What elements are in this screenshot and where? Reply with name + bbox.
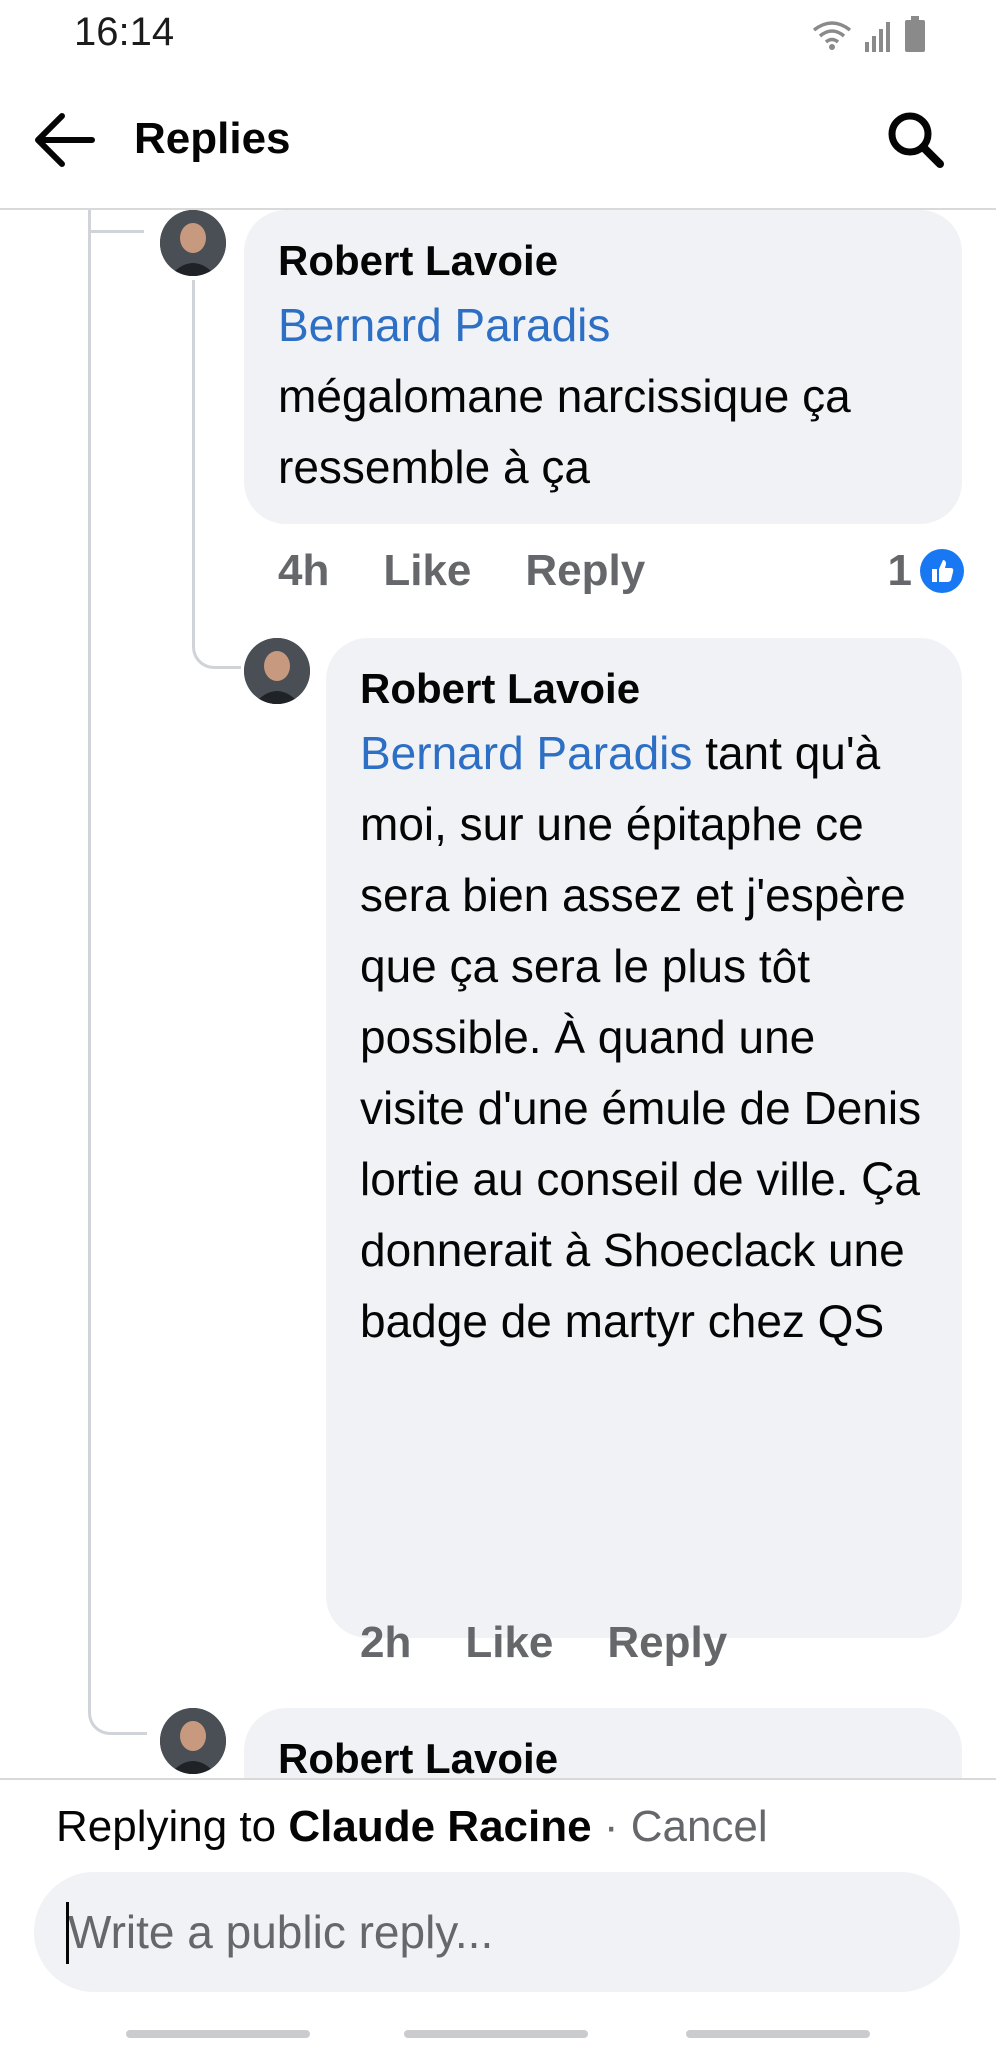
status-time: 16:14 <box>74 10 175 54</box>
comment-author[interactable]: Robert Lavoie <box>360 660 928 718</box>
comment-actions: 2h Like Reply <box>360 1618 727 1668</box>
battery-icon <box>905 16 925 52</box>
search-icon <box>888 112 944 168</box>
mention-link[interactable]: Bernard Paradis <box>278 299 610 351</box>
app-header: Replies <box>0 70 996 210</box>
cancel-reply-button[interactable]: Cancel <box>631 1802 768 1851</box>
separator-dot: · <box>603 1802 619 1851</box>
thread-connector-nested <box>192 280 241 669</box>
avatar[interactable] <box>160 1708 226 1774</box>
user-photo-icon <box>160 210 226 276</box>
reaction-count: 1 <box>887 546 912 595</box>
search-button[interactable] <box>884 108 946 170</box>
thread-connector-main <box>88 210 147 1735</box>
reply-thread[interactable]: Robert Lavoie Bernard Paradis mégalomane… <box>0 210 996 1778</box>
user-photo-icon <box>160 1708 226 1774</box>
avatar[interactable] <box>244 638 310 704</box>
thumbs-up-icon <box>920 549 964 593</box>
user-photo-icon <box>244 638 310 704</box>
wifi-icon <box>812 21 852 50</box>
reply-input[interactable] <box>34 1872 960 1992</box>
reaction-summary[interactable]: 1 <box>888 546 964 596</box>
avatar[interactable] <box>160 210 226 276</box>
like-button[interactable]: Like <box>383 546 471 596</box>
arrow-left-icon <box>35 113 95 167</box>
mention-link[interactable]: Bernard Paradis <box>360 727 692 779</box>
comment-bubble[interactable]: Robert Lavoie Bernard Paradis mégalomane… <box>244 210 962 524</box>
reply-button[interactable]: Reply <box>607 1618 727 1668</box>
status-bar: 16:14 <box>0 0 996 70</box>
comment-actions: 4h Like Reply <box>278 546 645 596</box>
reply-button[interactable]: Reply <box>525 546 645 596</box>
like-button[interactable]: Like <box>465 1618 553 1668</box>
nav-gesture-center[interactable] <box>404 2030 588 2038</box>
comment-author[interactable]: Robert Lavoie <box>278 1730 928 1778</box>
status-icons <box>810 16 926 52</box>
comment-bubble[interactable]: Robert Lavoie Bernard Paradis tant qu'à … <box>326 638 962 1638</box>
comment-text: Bernard Paradis tant qu'à moi, sur une é… <box>360 718 928 1357</box>
nav-gesture-left[interactable] <box>126 2030 310 2038</box>
comment-time: 2h <box>360 1618 412 1667</box>
comment-author[interactable]: Robert Lavoie <box>278 232 928 290</box>
nav-gesture-right[interactable] <box>686 2030 870 2038</box>
signal-icon <box>865 22 890 52</box>
replying-to-bar: Replying to Claude Racine · Cancel <box>56 1802 768 1852</box>
text-caret <box>66 1902 69 1964</box>
page-title: Replies <box>134 114 291 163</box>
comment-body: mégalomane narcissique ça ressemble à ça <box>278 370 851 493</box>
comment-time: 4h <box>278 546 330 595</box>
back-button[interactable] <box>32 110 98 170</box>
comment-bubble[interactable]: Robert Lavoie <box>244 1708 962 1778</box>
replying-to-name: Claude Racine <box>288 1802 592 1851</box>
replying-prefix: Replying to <box>56 1802 277 1851</box>
reply-composer: Replying to Claude Racine · Cancel <box>0 1778 996 2050</box>
comment-text: Bernard Paradis mégalomane narcissique ç… <box>278 290 928 503</box>
comment-body: tant qu'à moi, sur une épitaphe ce sera … <box>360 727 922 1347</box>
thread-connector-top <box>88 210 144 233</box>
